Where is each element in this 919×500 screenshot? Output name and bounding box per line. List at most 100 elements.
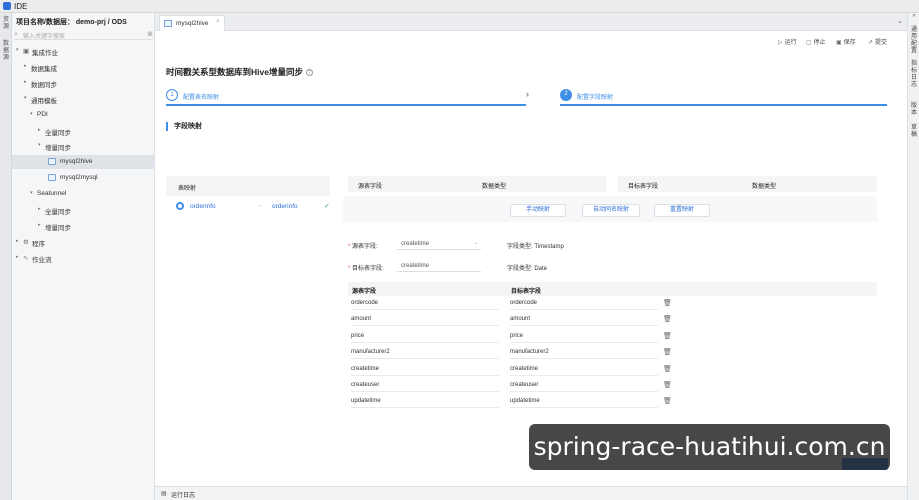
right-tab-config[interactable]: 通 用 配 置 bbox=[910, 27, 918, 55]
step-1[interactable]: 1 配置表名映射 bbox=[166, 87, 526, 106]
left-tab-resource[interactable]: 资 源 bbox=[2, 17, 10, 31]
target-field-cell: ordercode bbox=[510, 300, 658, 310]
tree-item[interactable]: ▸ ∿ 作业流 bbox=[12, 251, 155, 265]
file-icon bbox=[164, 20, 172, 27]
chevron-right-icon[interactable]: ▸ bbox=[16, 238, 19, 244]
target-field-select[interactable]: createtime bbox=[397, 260, 481, 272]
source-field-cell: createuser bbox=[351, 382, 499, 392]
source-field-cell: amount bbox=[351, 316, 499, 327]
stop-icon: ▢ bbox=[806, 40, 812, 46]
tree-item[interactable]: ▾ ▣ 集成作业 bbox=[12, 44, 155, 58]
tree-item[interactable]: ▸ ⚙ 程序 bbox=[12, 235, 155, 249]
delete-icon[interactable]: 🗑︎ bbox=[663, 299, 672, 307]
tree-item[interactable]: ▾ PDI bbox=[12, 108, 155, 122]
chevron-right-icon[interactable]: ▸ bbox=[38, 206, 41, 212]
tree-item[interactable]: mysql2hive bbox=[12, 155, 155, 170]
chevron-down-icon[interactable]: ▾ bbox=[30, 190, 33, 196]
tab-mysql2hive[interactable]: mysql2hive × bbox=[159, 15, 225, 31]
right-tab-logs[interactable]: 指 标 日 志 bbox=[910, 61, 918, 89]
tree-item-label: 增量同步 bbox=[45, 145, 71, 153]
save-button[interactable]: ▣ 保存 bbox=[836, 37, 856, 46]
flow-icon: ∿ bbox=[23, 254, 29, 262]
search-input[interactable]: 输入关键字搜索 bbox=[23, 31, 65, 40]
reset-mapping-button[interactable]: 重置映射 bbox=[654, 204, 710, 217]
chevron-down-icon[interactable]: ⌄ bbox=[897, 17, 903, 25]
tree-item[interactable]: ▸ 全量同步 bbox=[12, 203, 155, 217]
target-field-cell: price bbox=[510, 333, 658, 343]
target-field-cell: updatetime bbox=[510, 398, 658, 409]
run-button[interactable]: ▷ 运行 bbox=[778, 37, 797, 46]
tree-item[interactable]: ▸ 数据集成 bbox=[12, 60, 155, 74]
submit-button[interactable]: ↗ 提交 bbox=[868, 37, 887, 46]
table-row[interactable]: ordercode ordercode 🗑︎ bbox=[348, 297, 877, 311]
right-tab-char: 稿 bbox=[910, 132, 917, 138]
save-label: 保存 bbox=[843, 40, 856, 46]
target-type-label: 字段类型: bbox=[507, 266, 533, 272]
right-tab-draft[interactable]: 草 稿 bbox=[910, 125, 918, 139]
delete-icon[interactable]: 🗑︎ bbox=[663, 397, 672, 405]
stop-button[interactable]: ▢ 停止 bbox=[806, 37, 826, 46]
right-tab-char: 草 bbox=[910, 125, 917, 131]
status-bar: ▤ 运行日志 bbox=[155, 486, 907, 500]
submit-icon: ↗ bbox=[868, 40, 874, 46]
source-field-label-text: 源表字段: bbox=[352, 244, 378, 250]
source-type-display: 字段类型: Timestamp bbox=[507, 241, 564, 250]
tree-item-label: mysql2mysql bbox=[60, 174, 98, 182]
tree-item[interactable]: ▾ Seatunnel bbox=[12, 187, 155, 201]
tree-item-label: Seatunnel bbox=[37, 190, 67, 198]
delete-icon[interactable]: 🗑︎ bbox=[663, 381, 672, 389]
search-icon: ⌕ bbox=[14, 31, 18, 38]
table-mapping-row[interactable]: orderinfo → orderinfo ✓ bbox=[166, 199, 330, 215]
chevron-right-icon[interactable]: ▸ bbox=[38, 222, 41, 228]
right-tab-char: 日 bbox=[910, 75, 917, 81]
chevron-right-icon[interactable]: ▸ bbox=[38, 127, 41, 133]
collapse-icon[interactable]: » bbox=[908, 13, 919, 23]
auto-mapping-button[interactable]: 自动同名映射 bbox=[582, 204, 640, 217]
target-type-header: 数据类型 bbox=[752, 184, 777, 190]
left-tab-datasource[interactable]: 数 据 源 bbox=[2, 41, 10, 62]
tree-item[interactable]: ▸ 数据同步 bbox=[12, 76, 155, 90]
help-icon[interactable]: ? bbox=[305, 69, 313, 77]
delete-icon[interactable]: 🗑︎ bbox=[663, 348, 672, 356]
table-row[interactable]: price price 🗑︎ bbox=[348, 330, 877, 344]
step-label: 配置字段映射 bbox=[577, 95, 614, 101]
right-tab-char: 通 bbox=[910, 27, 917, 33]
delete-icon[interactable]: 🗑︎ bbox=[663, 315, 672, 323]
chevron-down-icon[interactable]: ▾ bbox=[30, 111, 33, 117]
table-row[interactable]: updatetime updatetime 🗑︎ bbox=[348, 395, 877, 409]
delete-icon[interactable]: 🗑︎ bbox=[663, 365, 672, 373]
target-field-label-text: 目标表字段: bbox=[352, 266, 384, 272]
run-log-tab[interactable]: 运行日志 bbox=[171, 490, 195, 499]
table-row[interactable]: amount amount 🗑︎ bbox=[348, 313, 877, 327]
close-icon[interactable]: × bbox=[216, 19, 220, 25]
delete-icon[interactable]: 🗑︎ bbox=[663, 332, 672, 340]
source-field-select[interactable]: createtime ⌄ bbox=[397, 238, 481, 250]
manual-mapping-button[interactable]: 手动映射 bbox=[510, 204, 566, 217]
chevron-right-icon[interactable]: ▸ bbox=[16, 254, 19, 260]
clear-search-icon[interactable]: ⊗ bbox=[147, 30, 153, 38]
file-icon bbox=[48, 158, 56, 166]
chevron-down-icon[interactable]: ▾ bbox=[24, 95, 27, 101]
app-title: IDE bbox=[14, 2, 28, 11]
right-tab-char: 用 bbox=[910, 34, 917, 40]
sidebar-search[interactable]: ⌕ 输入关键字搜索 ⊗ bbox=[14, 30, 153, 40]
table-row[interactable]: createtime createtime 🗑︎ bbox=[348, 363, 877, 377]
tree-item[interactable]: ▾ 通用模板 bbox=[12, 92, 155, 106]
tree-item[interactable]: ▾ 增量同步 bbox=[12, 139, 155, 153]
step-2[interactable]: 2 配置字段映射 bbox=[560, 87, 887, 106]
tree-item[interactable]: mysql2mysql bbox=[12, 171, 155, 185]
right-tab-version[interactable]: 版 本 bbox=[910, 103, 918, 117]
table-row[interactable]: createuser createuser 🗑︎ bbox=[348, 379, 877, 393]
left-tab-char: 资 bbox=[2, 17, 9, 23]
tree-item[interactable]: ▸ 全量同步 bbox=[12, 124, 155, 138]
table-row[interactable]: manufacturer2 manufacturer2 🗑︎ bbox=[348, 346, 877, 360]
radio-selected-icon[interactable] bbox=[176, 202, 184, 210]
right-tab-char: 版 bbox=[910, 103, 917, 109]
chevron-down-icon: ⌄ bbox=[473, 240, 478, 246]
chevron-right-icon[interactable]: ▸ bbox=[24, 63, 27, 69]
chevron-down-icon[interactable]: ▾ bbox=[38, 142, 41, 148]
tree-item[interactable]: ▸ 增量同步 bbox=[12, 219, 155, 233]
chevron-right-icon[interactable]: ▸ bbox=[24, 79, 27, 85]
step-label: 配置表名映射 bbox=[183, 95, 220, 101]
chevron-down-icon[interactable]: ▾ bbox=[16, 47, 19, 53]
